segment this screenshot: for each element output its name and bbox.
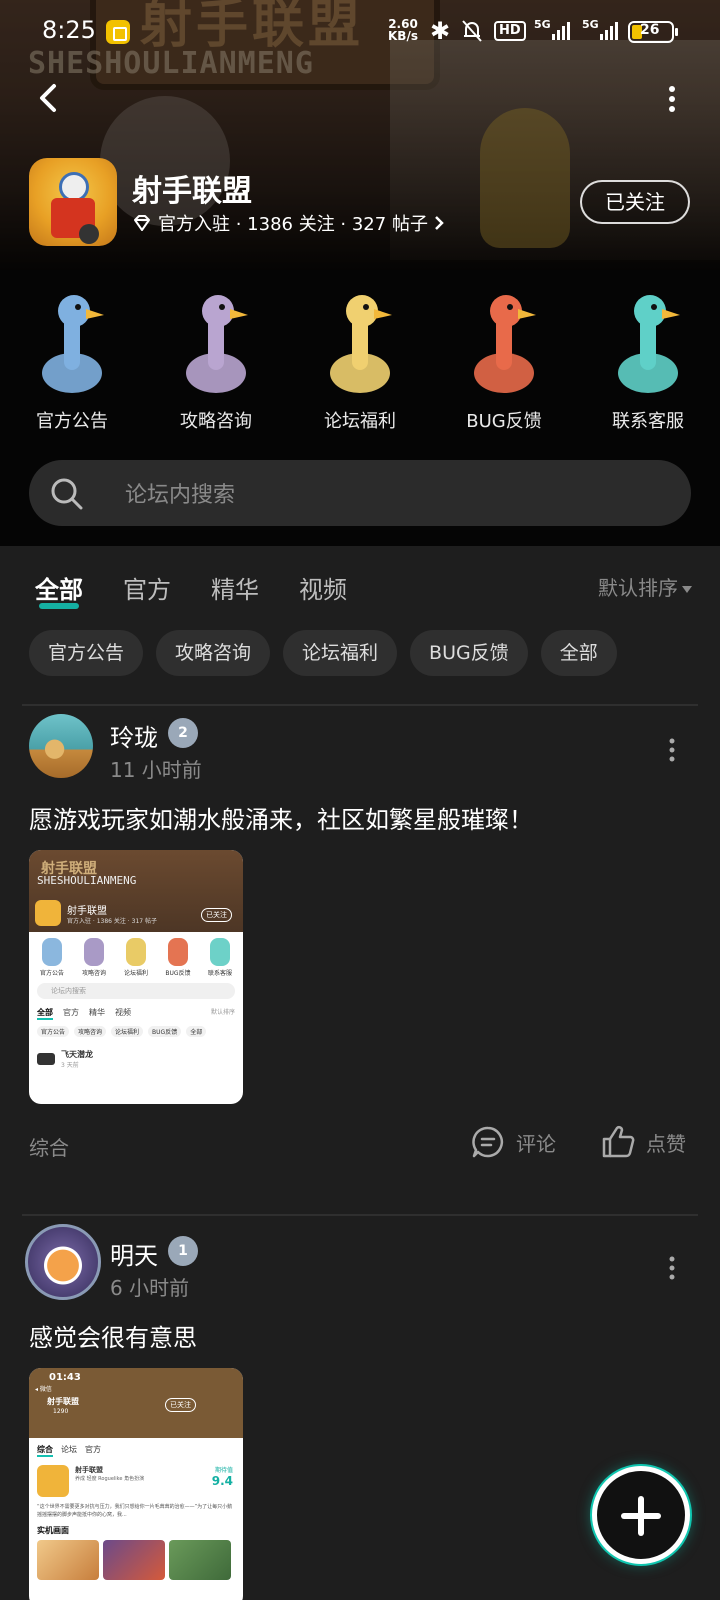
- chip-all[interactable]: 全部: [540, 630, 617, 676]
- avatar[interactable]: [29, 714, 93, 778]
- back-arrow-icon[interactable]: [30, 78, 70, 118]
- post-more-icon[interactable]: [668, 1256, 676, 1280]
- like-label: 点赞: [646, 1131, 686, 1156]
- shortcut-label: 联系客服: [612, 411, 684, 432]
- comment-button[interactable]: 评论: [470, 1124, 556, 1160]
- shortcut-item[interactable]: 官方公告: [0, 285, 144, 433]
- level-badge: 2: [168, 718, 198, 748]
- hd-voice-icon: HD: [494, 21, 526, 41]
- goose-glasses-icon: [330, 295, 392, 393]
- category-chips: 官方公告 攻略咨询 论坛福利 BUG反馈 全部: [29, 630, 630, 676]
- svg-text:5G: 5G: [582, 18, 599, 31]
- svg-text:5G: 5G: [534, 18, 551, 31]
- comment-label: 评论: [516, 1131, 556, 1156]
- divider: [22, 1214, 698, 1216]
- shortcut-label: 攻略咨询: [180, 411, 252, 432]
- notification-app-icon: [106, 20, 130, 44]
- level-badge: 1: [168, 1236, 198, 1266]
- post-text[interactable]: 愿游戏玩家如潮水般涌来，社区如繁星般璀璨！: [29, 800, 533, 835]
- battery-icon: 26: [628, 21, 678, 43]
- tab-official[interactable]: 官方: [123, 570, 171, 605]
- battery-level: 26: [640, 22, 660, 38]
- sort-dropdown[interactable]: 默认排序: [598, 572, 692, 601]
- sort-label: 默认排序: [598, 576, 678, 600]
- skeleton-bird-icon: [618, 295, 680, 393]
- forum-title: 射手联盟: [132, 174, 252, 209]
- comment-icon: [472, 1126, 504, 1158]
- search-icon: [51, 478, 83, 510]
- status-bar: 8:25 2.60 KB/s ✱ HD 5G 5G 26: [0, 0, 720, 64]
- shortcut-item[interactable]: 联系客服: [576, 285, 720, 433]
- feed-tabs: 全部 官方 精华 视频: [35, 570, 387, 609]
- shortcut-label: 论坛福利: [324, 411, 396, 432]
- chip-benefits[interactable]: 论坛福利: [283, 630, 398, 676]
- forum-app-icon: [29, 158, 117, 246]
- post-more-icon[interactable]: [668, 738, 676, 762]
- more-options-icon[interactable]: [660, 84, 684, 114]
- tab-video[interactable]: 视频: [299, 570, 347, 605]
- post-image[interactable]: 射手联盟 SHESHOULIANMENG 射手联盟 官方入驻 · 1386 关注…: [29, 850, 243, 1104]
- forum-header: 射手联盟 SHESHOULIANMENG 8:25 2.60 KB/s ✱ HD…: [0, 0, 720, 546]
- post-author[interactable]: 玲珑: [110, 718, 158, 753]
- bluetooth-icon: ✱: [430, 17, 451, 45]
- post-time: 11 小时前: [110, 758, 202, 782]
- chip-announcements[interactable]: 官方公告: [29, 630, 144, 676]
- post-author[interactable]: 明天: [110, 1236, 158, 1271]
- caret-down-icon: [682, 586, 692, 593]
- shortcut-item[interactable]: BUG反馈: [432, 285, 576, 433]
- mute-bell-icon: [462, 20, 482, 42]
- thumbs-up-icon: [602, 1126, 635, 1158]
- chevron-right-icon: [435, 216, 444, 230]
- cockatoo-icon: [42, 295, 104, 393]
- like-button[interactable]: 点赞: [600, 1124, 686, 1160]
- tab-featured[interactable]: 精华: [211, 570, 259, 605]
- chip-bug-report[interactable]: BUG反馈: [410, 630, 528, 676]
- robot-bird-icon: [186, 295, 248, 393]
- divider: [22, 704, 698, 706]
- shortcut-grid: 官方公告 攻略咨询 论坛福利 BUG反馈 联系客服: [0, 285, 720, 433]
- verified-diamond-icon: [134, 215, 150, 231]
- network-speed: 2.60 KB/s: [388, 17, 418, 43]
- tab-all[interactable]: 全部: [35, 570, 83, 609]
- status-time: 8:25: [42, 16, 96, 44]
- post-text[interactable]: 感觉会很有意思: [29, 1318, 197, 1353]
- follow-button[interactable]: 已关注: [580, 180, 690, 224]
- forum-meta-link[interactable]: 官方入驻 · 1386 关注 · 327 帖子: [132, 210, 444, 236]
- post-time: 6 小时前: [110, 1276, 190, 1300]
- chip-guides[interactable]: 攻略咨询: [156, 630, 271, 676]
- shortcut-label: 官方公告: [36, 411, 108, 432]
- shortcut-item[interactable]: 论坛福利: [288, 285, 432, 433]
- post-feed: 全部 官方 精华 视频 默认排序 官方公告 攻略咨询 论坛福利 BUG反馈 全部…: [0, 546, 720, 1600]
- forum-meta-text: 官方入驻 · 1386 关注 · 327 帖子: [158, 214, 428, 235]
- avatar[interactable]: [25, 1224, 101, 1300]
- signal-icon: 5G: [534, 18, 570, 40]
- signal-icon-2: 5G: [582, 18, 618, 40]
- post-category-tag[interactable]: 综合: [29, 1132, 69, 1161]
- shortcut-label: BUG反馈: [466, 411, 542, 432]
- goose-bandana-icon: [474, 295, 536, 393]
- shortcut-item[interactable]: 攻略咨询: [144, 285, 288, 433]
- post-image[interactable]: 01:43 ◂ 微信 射手联盟 1290 已关注 综合 论坛 官方 射手联盟 养…: [29, 1368, 243, 1600]
- create-post-button[interactable]: [592, 1466, 690, 1564]
- search-placeholder: 论坛内搜索: [125, 483, 236, 508]
- search-input[interactable]: 论坛内搜索: [29, 460, 691, 526]
